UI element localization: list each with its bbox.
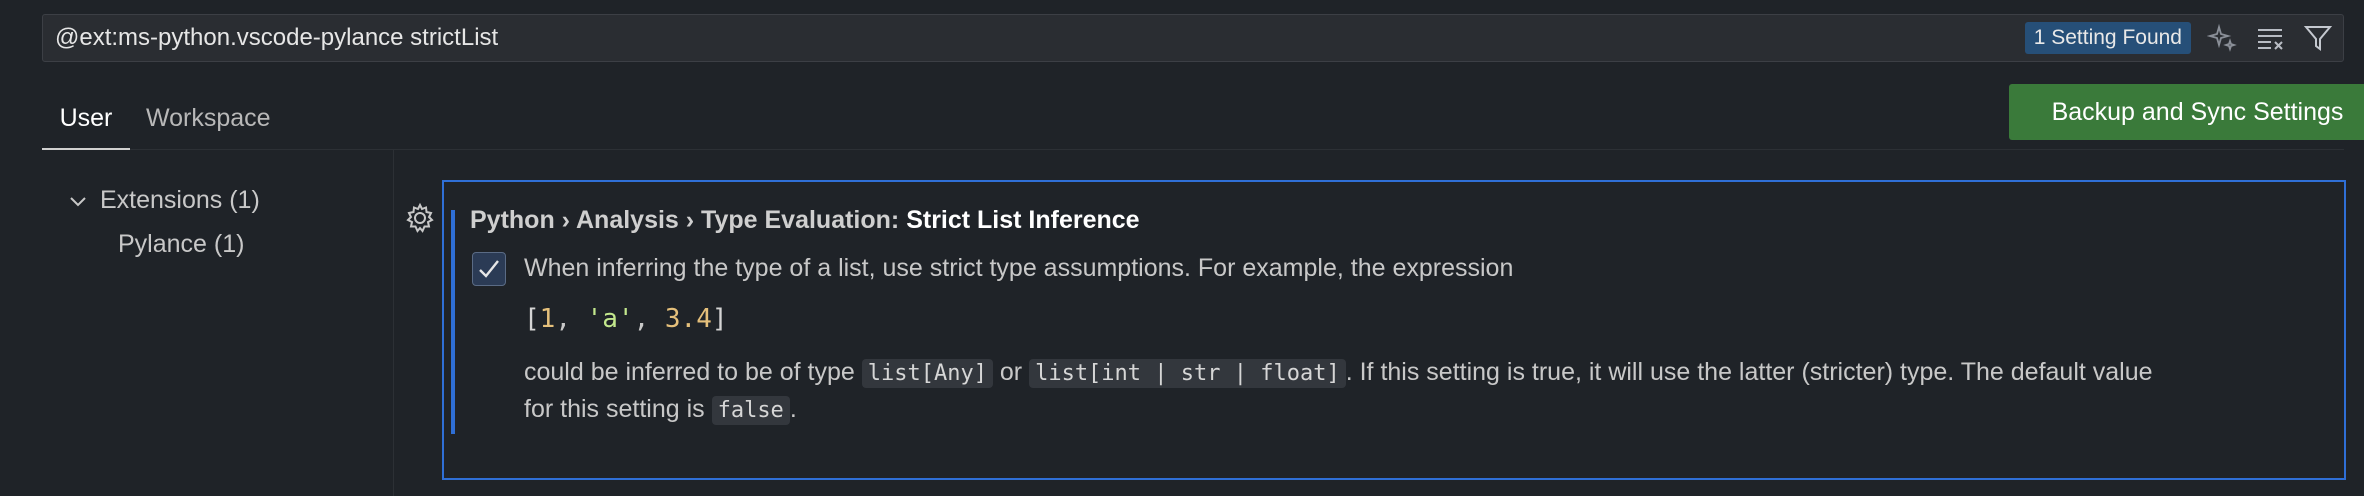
gear-icon[interactable]: [403, 201, 437, 235]
desc2-a: could be inferred to be of type: [524, 358, 862, 386]
tab-workspace-label: Workspace: [146, 104, 271, 132]
tree-item-extensions[interactable]: Extensions (1): [64, 186, 260, 215]
setting-description-line3: for this setting is false.: [524, 395, 797, 425]
strict-list-checkbox[interactable]: [472, 252, 506, 286]
code-separator-2: ,: [633, 304, 665, 334]
clear-filter-icon[interactable]: [2253, 21, 2287, 55]
check-icon: [479, 260, 499, 278]
search-tools: 1 Setting Found: [2024, 21, 2343, 55]
desc2-c: . If this setting is true, it will use t…: [1345, 358, 2153, 386]
tab-user[interactable]: User: [42, 98, 130, 150]
settings-toc-tree: Extensions (1) Pylance (1): [42, 150, 394, 496]
code-string: 'a': [586, 304, 634, 334]
code-number-2: 3.4: [664, 304, 712, 334]
inline-code-any: list[Any]: [861, 359, 993, 388]
setting-description-line2: could be inferred to be of type list[Any…: [524, 358, 2153, 388]
code-example: [1, 'a', 3.4]: [524, 304, 728, 334]
sparkle-icon[interactable]: [2205, 21, 2239, 55]
setting-name: Strict List Inference: [906, 206, 1140, 234]
settings-editor: 1 Setting Found: [0, 0, 2364, 496]
settings-scope-tabs: User Workspace Backup and Sync Settings: [42, 84, 2364, 150]
code-close-bracket: ]: [711, 304, 728, 334]
settings-search-box: 1 Setting Found: [42, 14, 2344, 62]
code-number-1: 1: [539, 304, 556, 334]
modified-indicator: [451, 210, 455, 434]
tree-item-pylance-label: Pylance (1): [118, 230, 245, 258]
inline-code-false: false: [711, 396, 790, 425]
search-input[interactable]: [43, 15, 2025, 61]
desc3-a: for this setting is: [524, 395, 712, 423]
tab-workspace[interactable]: Workspace: [146, 98, 271, 150]
setting-breadcrumb: Python › Analysis › Type Evaluation:: [470, 206, 907, 234]
tree-item-extensions-label: Extensions (1): [100, 186, 260, 214]
chevron-down-icon: [64, 187, 92, 215]
filter-icon[interactable]: [2301, 21, 2335, 55]
inline-code-union: list[int | str | float]: [1029, 359, 1346, 388]
setting-title: Python › Analysis › Type Evaluation: Str…: [470, 206, 1140, 235]
code-separator-1: ,: [555, 304, 587, 334]
tab-user-label: User: [59, 104, 113, 132]
desc2-b: or: [992, 358, 1030, 386]
setting-description-line1: When inferring the type of a list, use s…: [524, 254, 1514, 282]
results-count-badge: 1 Setting Found: [2024, 22, 2191, 54]
desc3-b: .: [789, 395, 797, 423]
backup-sync-button[interactable]: Backup and Sync Settings: [2009, 84, 2364, 140]
tree-item-pylance[interactable]: Pylance (1): [118, 230, 244, 259]
code-open-bracket: [: [524, 304, 540, 334]
